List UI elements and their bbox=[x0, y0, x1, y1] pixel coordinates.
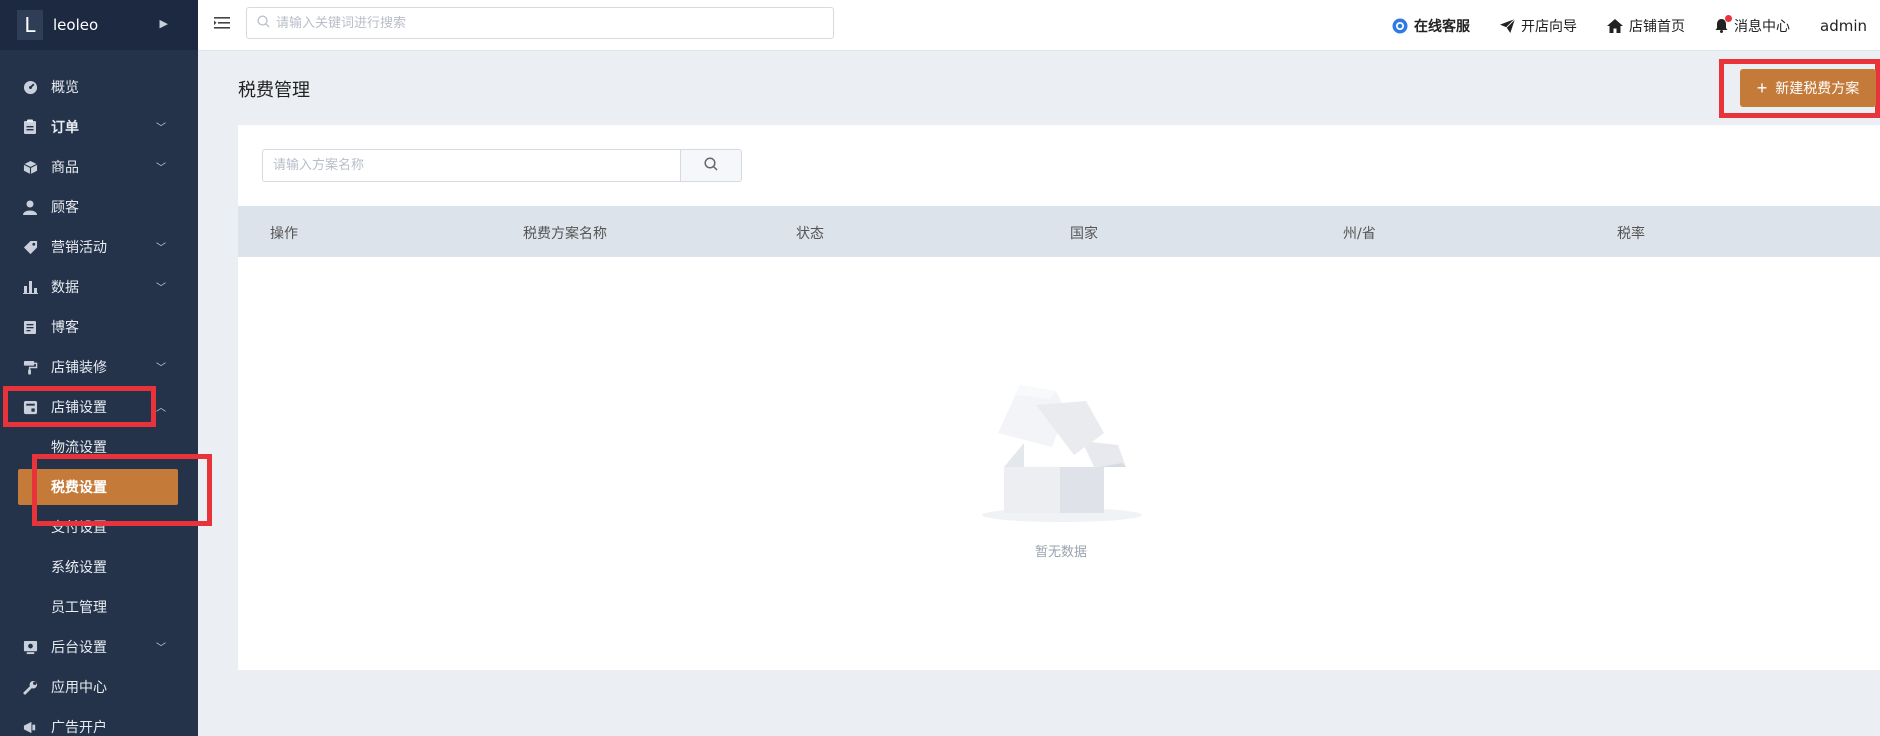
menu-toggle-icon[interactable] bbox=[214, 16, 230, 30]
message-center-label: 消息中心 bbox=[1734, 18, 1790, 35]
sidebar-item-label: 订单 bbox=[51, 120, 79, 136]
chevron-up-icon: ︿ bbox=[156, 403, 166, 414]
sidebar-item-customers[interactable]: 顾客 bbox=[0, 187, 198, 227]
sidebar-item-label: 商品 bbox=[51, 160, 79, 176]
store-icon bbox=[22, 399, 38, 415]
message-center-link[interactable]: 消息中心 bbox=[1715, 15, 1790, 36]
sidebar-item-store-settings[interactable]: 店铺设置 ︿ bbox=[0, 387, 198, 427]
plus-icon: + bbox=[1756, 78, 1768, 98]
column-header-action: 操作 bbox=[270, 226, 298, 242]
brand-name: leoleo bbox=[53, 16, 99, 34]
table-header: 操作 税费方案名称 状态 国家 州/省 税率 bbox=[238, 206, 1880, 257]
sidebar-item-label: 概览 bbox=[51, 80, 79, 96]
column-header-tax-rate: 税率 bbox=[1617, 226, 1645, 242]
home-icon bbox=[1607, 18, 1623, 33]
user-menu[interactable]: admin bbox=[1820, 17, 1880, 35]
caret-right-icon[interactable]: ▶ bbox=[160, 17, 168, 30]
tax-plan-panel: 操作 税费方案名称 状态 国家 州/省 税率 暂无数据 bbox=[238, 125, 1880, 670]
online-service-label: 在线客服 bbox=[1414, 18, 1470, 35]
brand[interactable]: L leoleo ▶ bbox=[0, 0, 198, 50]
tag-icon bbox=[22, 239, 38, 255]
submenu-item-logistics[interactable]: 物流设置 bbox=[0, 427, 198, 467]
new-tax-plan-button[interactable]: + 新建税费方案 bbox=[1740, 69, 1876, 107]
sidebar-item-marketing[interactable]: 营销活动 ﹀ bbox=[0, 227, 198, 267]
blog-icon bbox=[22, 319, 38, 335]
store-guide-label: 开店向导 bbox=[1521, 18, 1577, 35]
chevron-down-icon: ﹀ bbox=[156, 643, 166, 654]
chevron-down-icon: ﹀ bbox=[156, 243, 166, 254]
sidebar-item-label: 店铺设置 bbox=[51, 400, 107, 416]
chevron-down-icon: ﹀ bbox=[156, 283, 166, 294]
box-icon bbox=[22, 159, 38, 175]
megaphone-icon bbox=[22, 719, 38, 735]
store-home-link[interactable]: 店铺首页 bbox=[1607, 16, 1685, 36]
sidebar-item-data[interactable]: 数据 ﹀ bbox=[0, 267, 198, 307]
sidebar-item-label: 后台设置 bbox=[51, 640, 107, 656]
column-header-status: 状态 bbox=[796, 226, 824, 242]
sidebar-item-label: 数据 bbox=[51, 280, 79, 296]
dashboard-icon bbox=[22, 79, 38, 95]
sidebar-item-ads[interactable]: 广告开户 bbox=[0, 707, 198, 736]
new-tax-plan-label: 新建税费方案 bbox=[1775, 80, 1860, 96]
store-guide-link[interactable]: 开店向导 bbox=[1500, 16, 1577, 36]
plan-filter bbox=[262, 149, 742, 182]
empty-state-text: 暂无数据 bbox=[1034, 545, 1087, 560]
sidebar-item-label: 店铺装修 bbox=[51, 360, 107, 376]
order-icon bbox=[22, 119, 38, 135]
submenu-label: 系统设置 bbox=[51, 560, 107, 576]
sidebar: L leoleo ▶ 概览 订单 ﹀ 商品 ﹀ 顾客 营销活动 ﹀ 数据 ﹀ 博… bbox=[0, 0, 198, 736]
wrench-icon bbox=[22, 679, 38, 695]
sidebar-menu: 概览 订单 ﹀ 商品 ﹀ 顾客 营销活动 ﹀ 数据 ﹀ 博客 店铺装修 ﹀ 店铺… bbox=[0, 67, 198, 736]
column-header-country: 国家 bbox=[1070, 226, 1098, 242]
submenu-label: 员工管理 bbox=[51, 600, 107, 616]
brand-logo: L bbox=[17, 10, 43, 40]
column-header-state: 州/省 bbox=[1343, 226, 1376, 242]
sidebar-item-label: 顾客 bbox=[51, 200, 79, 216]
chevron-down-icon: ﹀ bbox=[156, 363, 166, 374]
bell-icon bbox=[1715, 15, 1732, 33]
sidebar-item-label: 营销活动 bbox=[51, 240, 107, 256]
submenu-item-tax[interactable]: 税费设置 bbox=[18, 469, 178, 505]
monitor-icon bbox=[22, 639, 38, 655]
sidebar-item-app-center[interactable]: 应用中心 bbox=[0, 667, 198, 707]
global-search[interactable] bbox=[246, 7, 834, 39]
chat-icon bbox=[1392, 18, 1408, 34]
sidebar-item-label: 应用中心 bbox=[51, 680, 107, 696]
filter-search-button[interactable] bbox=[680, 149, 742, 182]
chevron-down-icon: ﹀ bbox=[156, 163, 166, 174]
sidebar-item-label: 广告开户 bbox=[51, 720, 107, 736]
submenu-item-system[interactable]: 系统设置 bbox=[0, 547, 198, 587]
empty-box-icon bbox=[982, 385, 1142, 522]
column-header-plan-name: 税费方案名称 bbox=[523, 226, 607, 242]
sidebar-item-products[interactable]: 商品 ﹀ bbox=[0, 147, 198, 187]
sidebar-item-overview[interactable]: 概览 bbox=[0, 67, 198, 107]
chevron-down-icon: ﹀ bbox=[156, 123, 166, 134]
search-icon bbox=[704, 156, 718, 175]
header-right: 在线客服 开店向导 店铺首页 消息中心 admin bbox=[1392, 0, 1880, 51]
page-title: 税费管理 bbox=[238, 80, 310, 101]
submenu-label: 税费设置 bbox=[51, 480, 107, 496]
submenu-item-staff[interactable]: 员工管理 bbox=[0, 587, 198, 627]
online-service-link[interactable]: 在线客服 bbox=[1392, 16, 1470, 36]
search-icon bbox=[257, 14, 270, 32]
submenu-label: 物流设置 bbox=[51, 440, 107, 456]
sidebar-item-orders[interactable]: 订单 ﹀ bbox=[0, 107, 198, 147]
bar-chart-icon bbox=[22, 279, 38, 295]
paper-plane-icon bbox=[1500, 18, 1515, 33]
empty-state: 暂无数据 bbox=[976, 355, 1146, 565]
plan-name-input[interactable] bbox=[262, 149, 680, 182]
user-icon bbox=[22, 199, 38, 215]
top-header: 在线客服 开店向导 店铺首页 消息中心 admin bbox=[198, 0, 1880, 51]
submenu-item-payment[interactable]: 支付设置 bbox=[0, 507, 198, 547]
notification-dot bbox=[1725, 15, 1732, 22]
paint-roller-icon bbox=[22, 359, 38, 375]
sidebar-item-label: 博客 bbox=[51, 320, 79, 336]
store-home-label: 店铺首页 bbox=[1629, 18, 1685, 35]
sidebar-item-decoration[interactable]: 店铺装修 ﹀ bbox=[0, 347, 198, 387]
sidebar-item-admin-settings[interactable]: 后台设置 ﹀ bbox=[0, 627, 198, 667]
submenu-label: 支付设置 bbox=[51, 520, 107, 536]
global-search-input[interactable] bbox=[276, 15, 816, 31]
sidebar-item-blog[interactable]: 博客 bbox=[0, 307, 198, 347]
